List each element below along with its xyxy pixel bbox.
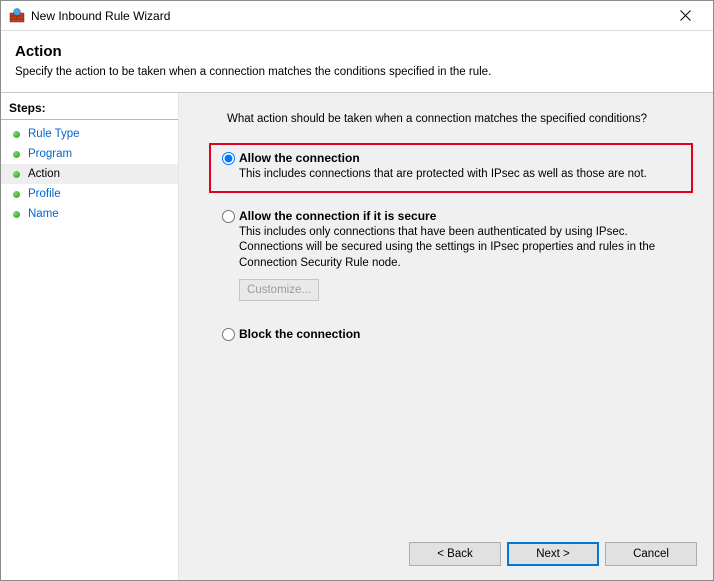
option-block-block: Block the connection — [209, 319, 693, 351]
content-prompt: What action should be taken when a conne… — [227, 113, 693, 125]
close-button[interactable] — [665, 2, 705, 30]
cancel-button[interactable]: Cancel — [605, 542, 697, 566]
button-row: < Back Next > Cancel — [409, 542, 697, 566]
bullet-icon — [13, 171, 20, 178]
content-pane: What action should be taken when a conne… — [179, 93, 713, 580]
back-button[interactable]: < Back — [409, 542, 501, 566]
bullet-icon — [13, 131, 20, 138]
option-block[interactable]: Block the connection — [217, 327, 683, 341]
next-button[interactable]: Next > — [507, 542, 599, 566]
step-program[interactable]: Program — [1, 144, 178, 164]
radio-block[interactable] — [222, 328, 235, 341]
step-label: Profile — [28, 188, 61, 200]
step-label: Name — [28, 208, 59, 220]
bullet-icon — [13, 191, 20, 198]
steps-pane: Steps: Rule Type Program Action Profile … — [1, 93, 179, 580]
option-allow-secure[interactable]: Allow the connection if it is secure Thi… — [217, 209, 683, 302]
radio-allow[interactable] — [222, 152, 235, 165]
body: Steps: Rule Type Program Action Profile … — [1, 93, 713, 580]
page-subtitle: Specify the action to be taken when a co… — [15, 66, 699, 78]
option-text: Block the connection — [239, 327, 683, 341]
step-label: Action — [28, 168, 60, 180]
titlebar: New Inbound Rule Wizard — [1, 1, 713, 31]
option-text: Allow the connection if it is secure Thi… — [239, 209, 683, 302]
option-desc: This includes only connections that have… — [239, 225, 683, 272]
radio-wrap — [217, 151, 239, 165]
bullet-icon — [13, 211, 20, 218]
customize-button: Customize... — [239, 279, 319, 301]
option-title: Block the connection — [239, 327, 683, 341]
option-allow[interactable]: Allow the connection This includes conne… — [217, 151, 683, 183]
steps-header: Steps: — [1, 99, 178, 120]
close-icon — [680, 10, 691, 21]
radio-allow-secure[interactable] — [222, 210, 235, 223]
option-title: Allow the connection — [239, 151, 683, 165]
radio-wrap — [217, 327, 239, 341]
firewall-icon — [9, 8, 25, 24]
bullet-icon — [13, 151, 20, 158]
step-label: Rule Type — [28, 128, 80, 140]
step-action[interactable]: Action — [1, 164, 178, 184]
radio-wrap — [217, 209, 239, 223]
option-allow-secure-block: Allow the connection if it is secure Thi… — [209, 201, 693, 312]
step-rule-type[interactable]: Rule Type — [1, 124, 178, 144]
page-title: Action — [15, 43, 699, 60]
option-desc: This includes connections that are prote… — [239, 167, 683, 183]
window-title: New Inbound Rule Wizard — [31, 9, 665, 23]
step-name[interactable]: Name — [1, 204, 178, 224]
wizard-window: New Inbound Rule Wizard Action Specify t… — [0, 0, 714, 581]
step-profile[interactable]: Profile — [1, 184, 178, 204]
option-allow-highlight: Allow the connection This includes conne… — [209, 143, 693, 193]
header-area: Action Specify the action to be taken wh… — [1, 31, 713, 86]
option-title: Allow the connection if it is secure — [239, 209, 683, 223]
option-text: Allow the connection This includes conne… — [239, 151, 683, 183]
step-label: Program — [28, 148, 72, 160]
